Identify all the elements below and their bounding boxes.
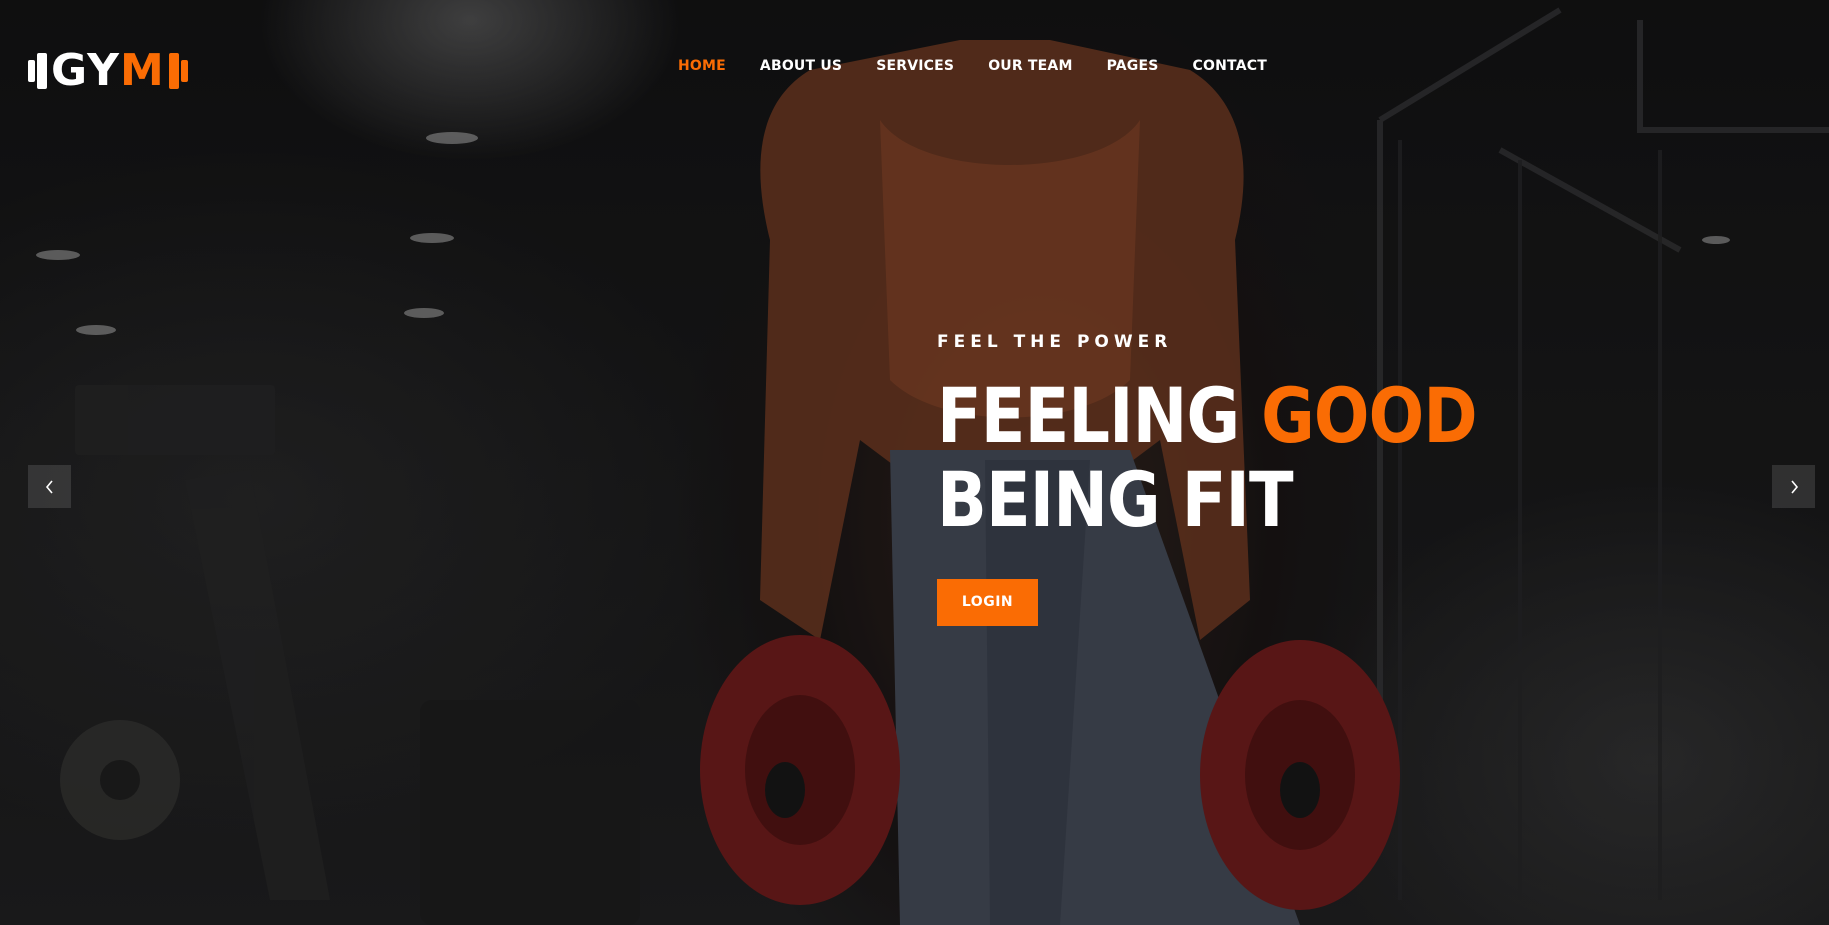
dumbbell-right-icon: [168, 51, 188, 91]
hero-eyebrow: FEEL THE POWER: [937, 332, 1173, 352]
nav-item-about-us[interactable]: ABOUT US: [760, 58, 842, 74]
chevron-right-icon: [1790, 479, 1798, 494]
headline-line2: BEING FIT: [937, 455, 1294, 544]
hero-headline: FEELING GOOD BEING FIT: [937, 371, 1478, 544]
nav-item-services[interactable]: SERVICES: [876, 58, 954, 74]
nav-item-our-team[interactable]: OUR TEAM: [988, 58, 1072, 74]
slider-next-button[interactable]: [1772, 465, 1815, 508]
headline-part1: FEELING: [937, 371, 1262, 460]
nav-item-home[interactable]: HOME: [678, 58, 726, 74]
nav-item-pages[interactable]: PAGES: [1107, 58, 1159, 74]
login-button[interactable]: LOGIN: [937, 579, 1038, 626]
slider-prev-button[interactable]: [28, 465, 71, 508]
hero-caption: FEEL THE POWER FEELING GOOD BEING FIT LO…: [937, 332, 1565, 626]
logo-letters-orange: M: [120, 45, 165, 96]
logo-wordmark: GYM: [51, 49, 165, 93]
logo-letter-y: Y: [87, 45, 121, 96]
top-navbar: GYM HOME ABOUT US SERVICES OUR TEAM PAGE…: [0, 0, 1829, 140]
dumbbell-left-icon: [28, 51, 47, 91]
site-logo[interactable]: GYM: [28, 49, 188, 93]
headline-accent: GOOD: [1261, 371, 1477, 460]
hero-slider: GYM HOME ABOUT US SERVICES OUR TEAM PAGE…: [0, 0, 1829, 925]
nav-item-contact[interactable]: CONTACT: [1193, 58, 1267, 74]
logo-letters-white: G: [51, 45, 88, 96]
main-nav: HOME ABOUT US SERVICES OUR TEAM PAGES CO…: [678, 58, 1301, 74]
chevron-left-icon: [45, 479, 53, 494]
